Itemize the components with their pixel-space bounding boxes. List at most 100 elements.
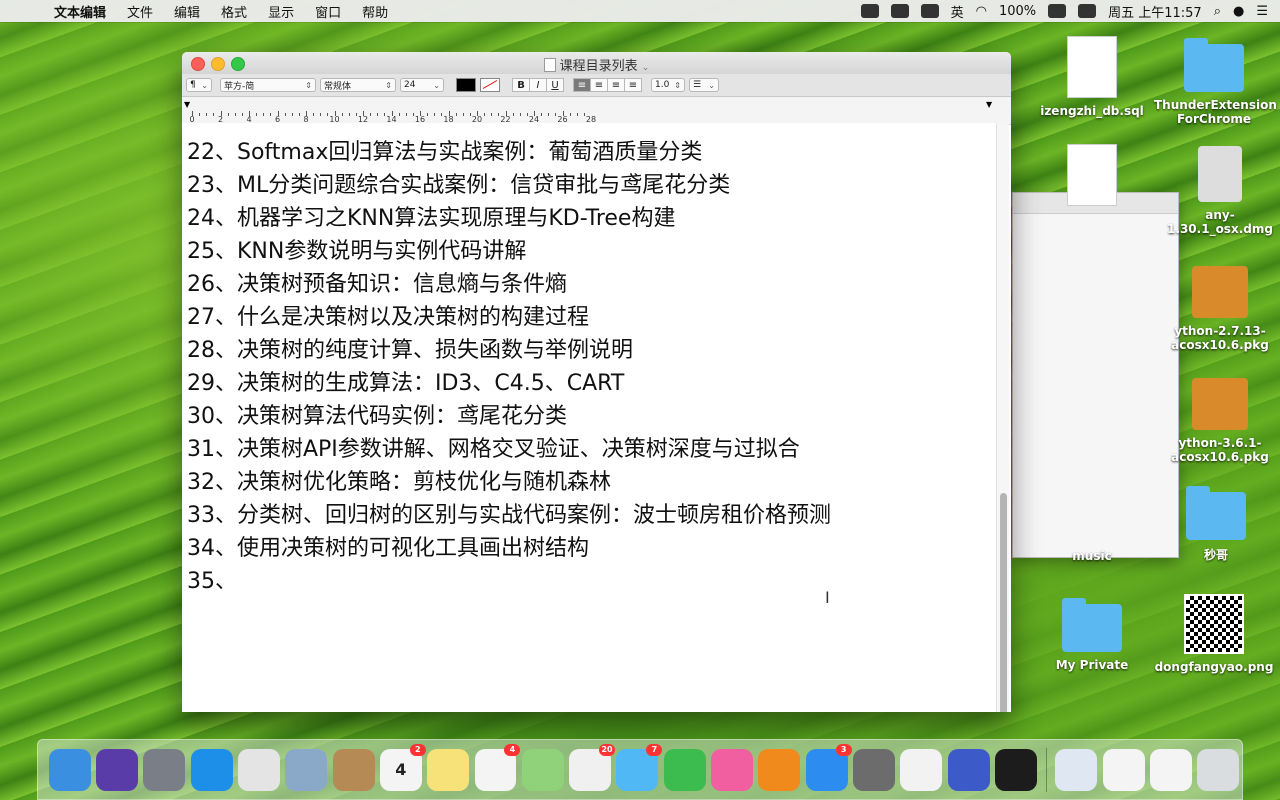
font-style-select[interactable]: 常规体 ⇕ xyxy=(320,78,396,92)
font-family-select[interactable]: 苹方-简 ⇕ xyxy=(220,78,316,92)
text-line: 23、ML分类问题综合实战案例：信贷审批与鸢尾花分类 xyxy=(187,173,731,198)
trash-icon[interactable] xyxy=(1197,748,1240,791)
app-menu[interactable]: 文本编辑 xyxy=(54,2,106,21)
screen-recorder-icon[interactable] xyxy=(947,748,990,791)
s-app-icon[interactable] xyxy=(1078,4,1097,18)
ruler-tick xyxy=(348,113,350,116)
font-size-select[interactable]: 24 ⌄ xyxy=(400,78,444,92)
qr-code-image-icon xyxy=(1184,594,1244,654)
maps-icon[interactable] xyxy=(521,748,564,791)
calendar-day-text: 4 xyxy=(395,760,407,779)
menu-edit[interactable]: 编辑 xyxy=(174,2,200,21)
alignment-group: ≡ ≡ ≡ ≡ xyxy=(573,78,642,92)
italic-button[interactable]: I xyxy=(529,78,547,92)
vertical-scrollbar[interactable] xyxy=(996,123,1009,712)
messages-icon[interactable]: 7 xyxy=(616,743,663,791)
appstore-icon[interactable]: 3 xyxy=(805,743,852,791)
ruler-tick xyxy=(583,113,585,116)
align-right-button[interactable]: ≡ xyxy=(624,78,642,92)
menu-window[interactable]: 窗口 xyxy=(315,2,341,21)
microphone-icon[interactable] xyxy=(920,4,939,18)
notification-center-icon[interactable]: ☰ xyxy=(1256,4,1268,19)
ruler-tick xyxy=(434,113,436,116)
user-avatar-icon[interactable]: ● xyxy=(1233,4,1244,19)
desktop-icon-label: any-1.30.1_osx.dmg xyxy=(1167,208,1273,236)
ruler-tick xyxy=(192,111,193,116)
folder-icon xyxy=(1062,598,1122,652)
notes-icon[interactable] xyxy=(427,748,470,791)
text-color-well[interactable] xyxy=(456,78,476,92)
ruler-tick xyxy=(306,111,307,116)
contacts-icon[interactable] xyxy=(332,748,375,791)
desktop-icon-dongfangyao[interactable]: dongfangyao.png xyxy=(1154,594,1274,674)
photos-icon[interactable]: 20 xyxy=(569,743,616,791)
align-left-button[interactable]: ≡ xyxy=(573,78,591,92)
line-spacing-select[interactable]: 1.0 ⇕ xyxy=(651,78,685,92)
background-window[interactable] xyxy=(1012,192,1179,558)
bt-downloads-icon[interactable] xyxy=(1055,748,1098,791)
scrollbar-thumb[interactable] xyxy=(1000,493,1007,712)
chevron-down-icon: ⌄ xyxy=(433,80,440,90)
ruler-tick xyxy=(213,113,215,116)
desktop-icon-thunder[interactable]: ThunderExtension ForChrome xyxy=(1154,38,1277,126)
list-style-select[interactable]: ☰ ⌄ xyxy=(689,78,719,92)
text-line: 27、什么是决策树以及决策树的构建过程 xyxy=(187,305,589,330)
ruler[interactable]: ▼ ▼ 0 2 4 6 8 10 12 14 16 18 20 22 24 26 28 xyxy=(182,97,1011,125)
ruler-tick xyxy=(519,113,521,116)
window-titlebar[interactable]: 课程目录列表 ⌄ xyxy=(182,52,1011,74)
text-editor[interactable]: 22、Softmax回归算法与实战案例：葡萄酒质量分类 23、ML分类问题综合实… xyxy=(182,123,997,712)
background-color-well[interactable] xyxy=(480,78,500,92)
left-indent-marker[interactable]: ▼ xyxy=(184,100,190,109)
menu-view[interactable]: 显示 xyxy=(268,2,294,21)
menu-file[interactable]: 文件 xyxy=(127,2,153,21)
paragraph-style-select[interactable]: ¶ ⌄ xyxy=(186,78,212,92)
spotlight-icon[interactable]: ⌕ xyxy=(1214,4,1221,19)
chevron-updown-icon: ⇕ xyxy=(674,80,681,90)
launchpad-icon[interactable] xyxy=(143,748,186,791)
ruler-tick xyxy=(548,113,550,116)
textedit-window: 课程目录列表 ⌄ ¶ ⌄ 苹方-简 ⇕ 常规体 ⇕ 24 ⌄ B I U ≡ ≡ ≡ ≡ xyxy=(182,52,1011,712)
safari-icon[interactable] xyxy=(190,748,233,791)
input-method-indicator[interactable]: 英 xyxy=(951,2,964,21)
desktop-icon-dmg[interactable]: any-1.30.1_osx.dmg xyxy=(1160,146,1280,236)
textedit-icon[interactable] xyxy=(900,748,943,791)
desktop-icon-music[interactable]: music xyxy=(1032,549,1152,563)
system-preferences-icon[interactable] xyxy=(853,748,895,791)
ruler-tick xyxy=(555,113,557,116)
menu-format[interactable]: 格式 xyxy=(221,2,247,21)
wifi-icon[interactable]: ◠ xyxy=(976,4,987,19)
chevron-down-icon[interactable]: ⌄ xyxy=(642,63,650,73)
desktop-icon-sql[interactable]: izengzhi_db.sql xyxy=(1032,36,1152,118)
desktop-icon-my-private[interactable]: My Private xyxy=(1032,598,1152,672)
ibooks-icon[interactable] xyxy=(758,748,801,791)
window-title[interactable]: 课程目录列表 ⌄ xyxy=(182,55,1011,74)
clock[interactable]: 周五 上午11:57 xyxy=(1108,2,1202,21)
right-margin-marker[interactable]: ▼ xyxy=(986,100,992,109)
desktop-icon-miaoge[interactable]: 秒哥 xyxy=(1156,486,1276,563)
chrome-icon[interactable] xyxy=(237,748,280,791)
align-center-button[interactable]: ≡ xyxy=(590,78,608,92)
desktop-icon-sql-2[interactable] xyxy=(1032,144,1152,212)
reminders-icon[interactable]: 4 xyxy=(474,743,521,791)
text-line: 30、决策树算法代码实例：鸢尾花分类 xyxy=(187,404,567,429)
underline-button[interactable]: U xyxy=(546,78,564,92)
screen-record-icon[interactable] xyxy=(860,4,879,18)
battery-percent[interactable]: 100% xyxy=(999,4,1036,19)
align-justify-button[interactable]: ≡ xyxy=(607,78,625,92)
menu-help[interactable]: 帮助 xyxy=(362,2,388,21)
calendar-icon[interactable]: 42 xyxy=(379,743,426,791)
document-thumbnail-icon[interactable] xyxy=(1102,748,1145,791)
desktop-icon-python36[interactable]: ython-3.6.1-acosx10.6.pkg xyxy=(1160,378,1280,464)
finder-icon[interactable] xyxy=(48,748,91,791)
wechat-icon[interactable] xyxy=(890,4,909,18)
preview-icon[interactable] xyxy=(285,748,328,791)
itunes-icon[interactable] xyxy=(711,748,753,791)
bold-button[interactable]: B xyxy=(512,78,530,92)
desktop-icon-python27[interactable]: ython-2.7.13-acosx10.6.pkg xyxy=(1160,266,1280,352)
status-area: 英 ◠ 100% 周五 上午11:57 ⌕ ● ☰ xyxy=(860,0,1280,22)
chrome-window-thumbnail-icon[interactable] xyxy=(1149,748,1192,791)
siri-icon[interactable] xyxy=(96,748,138,791)
battery-icon[interactable] xyxy=(1048,4,1067,18)
terminal-icon[interactable] xyxy=(994,748,1037,791)
facetime-icon[interactable] xyxy=(663,748,706,791)
